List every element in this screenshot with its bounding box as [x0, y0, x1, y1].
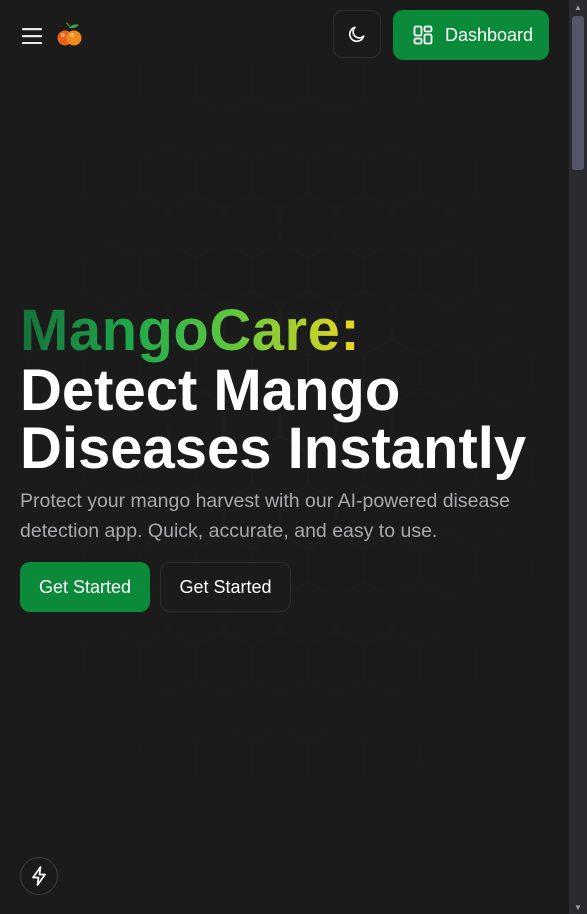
hero-headline: Detect Mango Diseases Instantly: [20, 358, 527, 481]
get-started-primary-button[interactable]: Get Started: [20, 562, 150, 612]
scrollbar-thumb[interactable]: [572, 16, 584, 170]
logo-button[interactable]: [56, 21, 84, 49]
hero-brand-title: MangoCare:: [20, 300, 560, 362]
get-started-secondary-button[interactable]: Get Started: [160, 562, 291, 612]
quick-action-button[interactable]: [20, 857, 58, 895]
hero-cta-row: Get Started Get Started: [20, 562, 291, 612]
dashboard-button[interactable]: Dashboard: [393, 10, 549, 60]
brand-name: MangoCare: [20, 298, 341, 363]
page: Dashboard MangoCare: Detect Mango Diseas…: [0, 0, 569, 914]
scroll-down-arrow-icon[interactable]: ▼: [569, 900, 587, 914]
hamburger-menu-icon: [22, 28, 42, 44]
hero-description: Protect your mango harvest with our AI-p…: [20, 490, 510, 542]
dashboard-button-label: Dashboard: [445, 24, 534, 45]
vertical-scrollbar[interactable]: ▲ ▼: [569, 0, 587, 914]
menu-button[interactable]: [16, 20, 48, 52]
hero-section: MangoCare: Detect Mango Diseases Instant…: [20, 300, 560, 546]
top-navigation-bar: Dashboard: [0, 0, 569, 70]
moon-icon: [348, 26, 365, 43]
lightning-bolt-icon: [32, 866, 46, 886]
theme-toggle-button[interactable]: [333, 10, 381, 58]
brand-colon: :: [340, 298, 361, 363]
mango-fruit-icon: [57, 22, 82, 46]
dashboard-grid-icon: [413, 25, 433, 45]
scroll-up-arrow-icon[interactable]: ▲: [569, 0, 587, 14]
